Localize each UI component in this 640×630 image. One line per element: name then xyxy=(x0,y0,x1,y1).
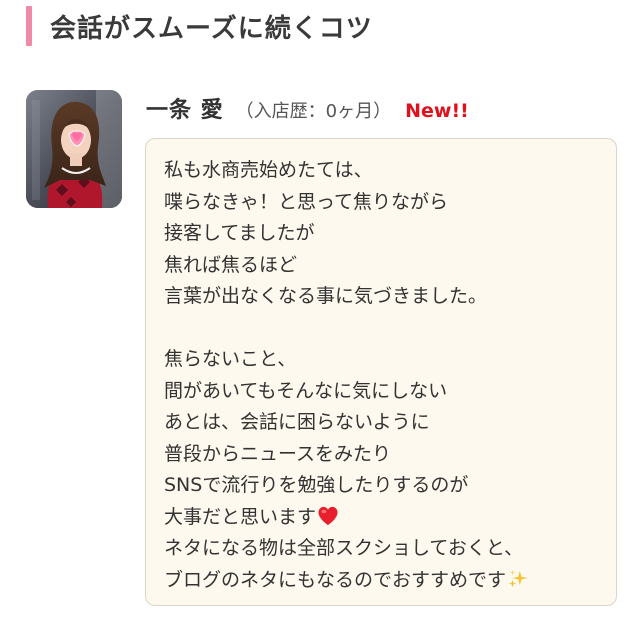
post-line: 焦れば焦るほど xyxy=(164,253,298,276)
author-info: 一条 愛 （入店歴：0ヶ月） New!! xyxy=(146,92,469,124)
post-line-with-heart: 大事だと思います xyxy=(164,502,616,534)
avatar-photo-icon xyxy=(26,90,122,208)
post-body-bubble: 私も水商売始めたては、 喋らなきゃ！と思って焦りながら 接客してましたが 焦れば… xyxy=(145,138,617,606)
heading-accent-bar xyxy=(26,6,32,46)
post-line-with-sparkles: ブログのネタにもなるのでおすすめです xyxy=(164,565,616,597)
author-name[interactable]: 一条 愛 xyxy=(146,92,224,124)
post-line-blank xyxy=(164,313,616,345)
post-line: 言葉が出なくなる事に気づきました。 xyxy=(164,285,488,307)
post-line: 接客してましたが xyxy=(164,222,315,244)
post-line: あとは、会話に困らないように xyxy=(164,411,430,433)
post-line-text: 大事だと思います xyxy=(164,505,317,528)
post-line: ネタになる物は全部スクショしておくと、 xyxy=(164,537,524,559)
new-badge: New!! xyxy=(405,100,469,122)
post-line: 普段からニュースをみたり xyxy=(164,442,392,465)
section-heading: 会話がスムーズに続くコツ xyxy=(26,6,373,46)
post-line-text: ブログのネタにもなるのでおすすめです xyxy=(164,568,507,591)
sparkles-icon xyxy=(508,569,528,587)
red-heart-icon xyxy=(318,506,338,525)
page-title: 会話がスムーズに続くコツ xyxy=(50,13,373,44)
blog-post-page: 会話がスムーズに続くコツ 一条 愛 （入店歴：0ヶ月） New!! 私も水商売始… xyxy=(0,0,640,630)
author-avatar[interactable] xyxy=(26,90,122,208)
post-line: 喋らなきゃ！と思って焦りながら xyxy=(164,190,449,213)
post-line: 私も水商売始めたては、 xyxy=(164,159,373,181)
post-line: 焦らないこと、 xyxy=(164,348,297,370)
post-line: 間があいてもそんなに気にしない xyxy=(164,379,448,402)
post-line: SNSで流行りを勉強したりするのが xyxy=(164,474,469,496)
author-tenure: （入店歴：0ヶ月） xyxy=(235,101,392,122)
